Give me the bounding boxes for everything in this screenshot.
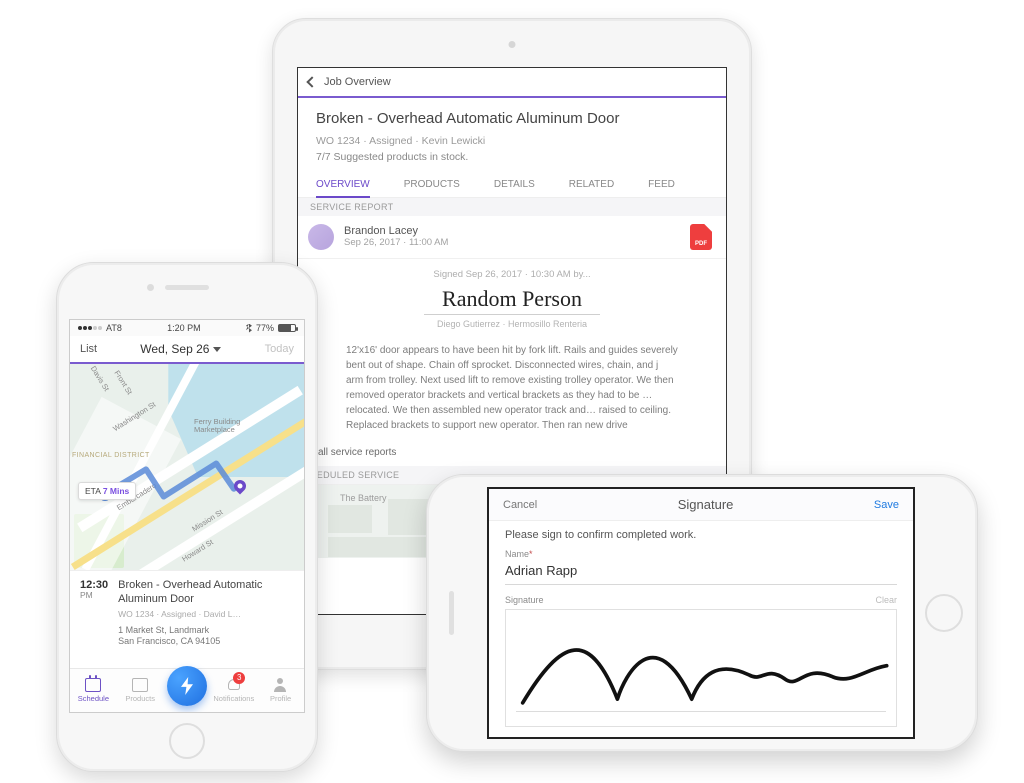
pdf-label: PDF (690, 241, 712, 247)
report-body: 12'x16' door appears to have been hit by… (298, 335, 726, 437)
iphone-landscape-home-button[interactable] (925, 594, 963, 632)
clock: 1:20 PM (167, 323, 201, 333)
lightning-icon (181, 677, 193, 695)
caret-down-icon (213, 347, 221, 352)
stock-status: 7/7 Suggested products in stock. (298, 149, 726, 173)
ipad-header-title: Job Overview (324, 76, 391, 88)
signature-screen: Cancel Signature Save Please sign to con… (487, 487, 915, 739)
name-field-label: Name* (505, 549, 897, 559)
tab-related[interactable]: RELATED (569, 173, 614, 197)
tab-schedule[interactable]: Schedule (70, 669, 117, 712)
reporter-name: Brandon Lacey (344, 225, 448, 237)
today-link[interactable]: Today (265, 343, 294, 355)
date-picker[interactable]: Wed, Sep 26 (140, 342, 221, 356)
tab-overview[interactable]: OVERVIEW (316, 173, 370, 198)
job-title: Broken - Overhead Automatic Aluminum Doo… (298, 98, 726, 131)
tab-profile[interactable]: Profile (257, 669, 304, 712)
tab-profile-label: Profile (270, 694, 291, 703)
signature-field-label: Signature (505, 595, 544, 605)
iphone-device: AT8 1:20 PM 77% List Wed, Sep 26 Today (56, 262, 318, 772)
eta-value: 7 Mins (103, 486, 129, 496)
iphone-speaker (165, 285, 209, 290)
route-map[interactable]: Washington St Embarcadero Mission St How… (70, 364, 304, 570)
signature-title: Signature (678, 497, 734, 512)
name-input[interactable]: Adrian Rapp (505, 559, 897, 585)
date-row: List Wed, Sep 26 Today (70, 336, 304, 364)
battery-icon (278, 324, 296, 332)
signature-canvas[interactable] (505, 609, 897, 727)
signature-stroke (506, 610, 896, 720)
current-date: Wed, Sep 26 (140, 342, 209, 356)
save-button[interactable]: Save (874, 499, 899, 511)
calendar-icon (85, 678, 101, 692)
route-line (70, 364, 304, 565)
tab-feed[interactable]: FEED (648, 173, 675, 197)
tab-bar: Schedule Products 3 Notifications Profil… (70, 668, 304, 712)
job-card-meta: WO 1234 · Assigned · David L… (118, 609, 294, 619)
ipad-camera (509, 41, 516, 48)
eta-pill: ETA 7 Mins (78, 482, 136, 500)
clear-button[interactable]: Clear (875, 595, 897, 605)
bluetooth-icon (246, 324, 252, 333)
section-service-report: SERVICE REPORT (298, 198, 726, 216)
battery-pct: 77% (256, 323, 274, 333)
iphone-landscape-speaker (449, 591, 454, 635)
view-all-reports-link[interactable]: w all service reports (298, 437, 726, 466)
job-time: 12:30PM (80, 579, 108, 648)
status-bar: AT8 1:20 PM 77% (70, 320, 304, 336)
carrier: AT8 (106, 323, 122, 333)
pdf-icon[interactable]: PDF (690, 224, 712, 250)
job-card[interactable]: 12:30PM Broken - Overhead Automatic Alum… (70, 570, 304, 654)
cancel-button[interactable]: Cancel (503, 499, 537, 511)
user-icon (273, 678, 289, 692)
notification-badge: 3 (233, 672, 245, 684)
signature-instruction: Please sign to confirm completed work. (505, 529, 897, 541)
iphone-camera (147, 284, 154, 291)
tab-products-label: Products (125, 694, 155, 703)
ipad-nav-header[interactable]: Job Overview (298, 68, 726, 98)
back-chevron-icon[interactable] (306, 76, 317, 87)
tab-products[interactable]: PRODUCTS (404, 173, 460, 197)
tab-details[interactable]: DETAILS (494, 173, 535, 197)
iphone-screen: AT8 1:20 PM 77% List Wed, Sep 26 Today (69, 319, 305, 713)
signer-names: Diego Gutierrez · Hermosillo Renteria (338, 319, 686, 329)
avatar (308, 224, 334, 250)
signed-meta: Signed Sep 26, 2017 · 10:30 AM by... (338, 269, 686, 280)
report-row[interactable]: Brandon Lacey Sep 26, 2017 · 11:00 AM PD… (298, 216, 726, 259)
signature-header: Cancel Signature Save (489, 489, 913, 521)
signal-icon (78, 326, 102, 330)
job-meta: WO 1234 · Assigned · Kevin Lewicki (298, 131, 726, 149)
reporter-date: Sep 26, 2017 · 11:00 AM (344, 237, 448, 248)
box-icon (132, 678, 148, 692)
tab-products[interactable]: Products (117, 669, 164, 712)
tab-notifications-label: Notifications (213, 694, 254, 703)
list-toggle[interactable]: List (80, 343, 97, 355)
action-fab[interactable] (167, 666, 207, 706)
eta-label: ETA (85, 486, 100, 496)
map-poi-battery: The Battery (340, 493, 387, 503)
job-card-address: 1 Market St, Landmark San Francisco, CA … (118, 625, 294, 648)
tab-notifications[interactable]: 3 Notifications (210, 669, 257, 712)
job-card-title: Broken - Overhead Automatic Aluminum Doo… (118, 579, 294, 607)
iphone-home-button[interactable] (169, 723, 205, 759)
signature-baseline (516, 711, 886, 712)
iphone-landscape-device: Cancel Signature Save Please sign to con… (426, 474, 978, 752)
tab-schedule-label: Schedule (78, 694, 109, 703)
ipad-tabs: OVERVIEW PRODUCTS DETAILS RELATED FEED (298, 173, 726, 198)
signature-image: Random Person (424, 286, 600, 315)
